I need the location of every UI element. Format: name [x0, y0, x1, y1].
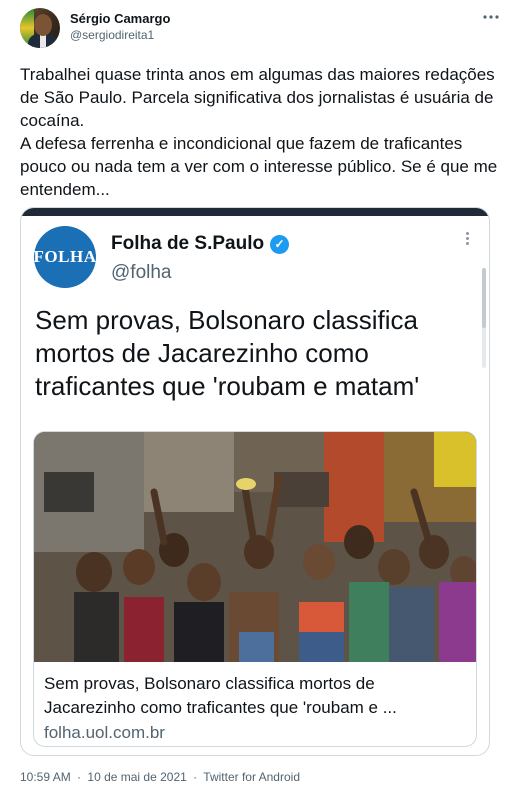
embedded-scrollbar [482, 268, 486, 368]
link-card-domain: folha.uol.com.br [44, 723, 165, 742]
tweet-time[interactable]: 10:59 AM [20, 770, 71, 784]
link-card-title: Sem provas, Bolsonaro classifica mortos … [44, 674, 397, 717]
author-display-name[interactable]: Sérgio Camargo [70, 11, 170, 27]
tweet-text: Trabalhei quase trinta anos em algumas d… [20, 65, 498, 199]
more-vertical-icon [463, 230, 471, 247]
author-names: Sérgio Camargo @sergiodireita1 [70, 11, 170, 43]
meta-separator-2: · [193, 770, 198, 784]
folha-logo: FOLHA [34, 226, 96, 288]
tweet-date[interactable]: 10 de mai de 2021 [87, 770, 186, 784]
news-photo [34, 432, 476, 662]
avatar[interactable] [20, 8, 60, 48]
tweet-header: Sérgio Camargo @sergiodireita1 [20, 8, 505, 52]
tweet-source[interactable]: Twitter for Android [203, 770, 300, 784]
card-top-bar [21, 208, 489, 216]
embedded-handle: @folha [111, 262, 172, 283]
author-handle[interactable]: @sergiodireita1 [70, 27, 170, 43]
embedded-tweet-image[interactable]: FOLHA Folha de S.Paulo ✓ @folha Sem prov… [20, 207, 490, 756]
embedded-display-name: Folha de S.Paulo ✓ [111, 233, 290, 255]
link-preview-card: Sem provas, Bolsonaro classifica mortos … [33, 431, 477, 747]
embedded-headline: Sem provas, Bolsonaro classifica mortos … [35, 305, 420, 401]
verified-badge-icon: ✓ [270, 234, 290, 254]
more-horizontal-icon[interactable] [479, 8, 503, 32]
tweet-meta: 10:59 AM · 10 de mai de 2021 · Twitter f… [20, 770, 303, 784]
meta-separator: · [77, 770, 82, 784]
